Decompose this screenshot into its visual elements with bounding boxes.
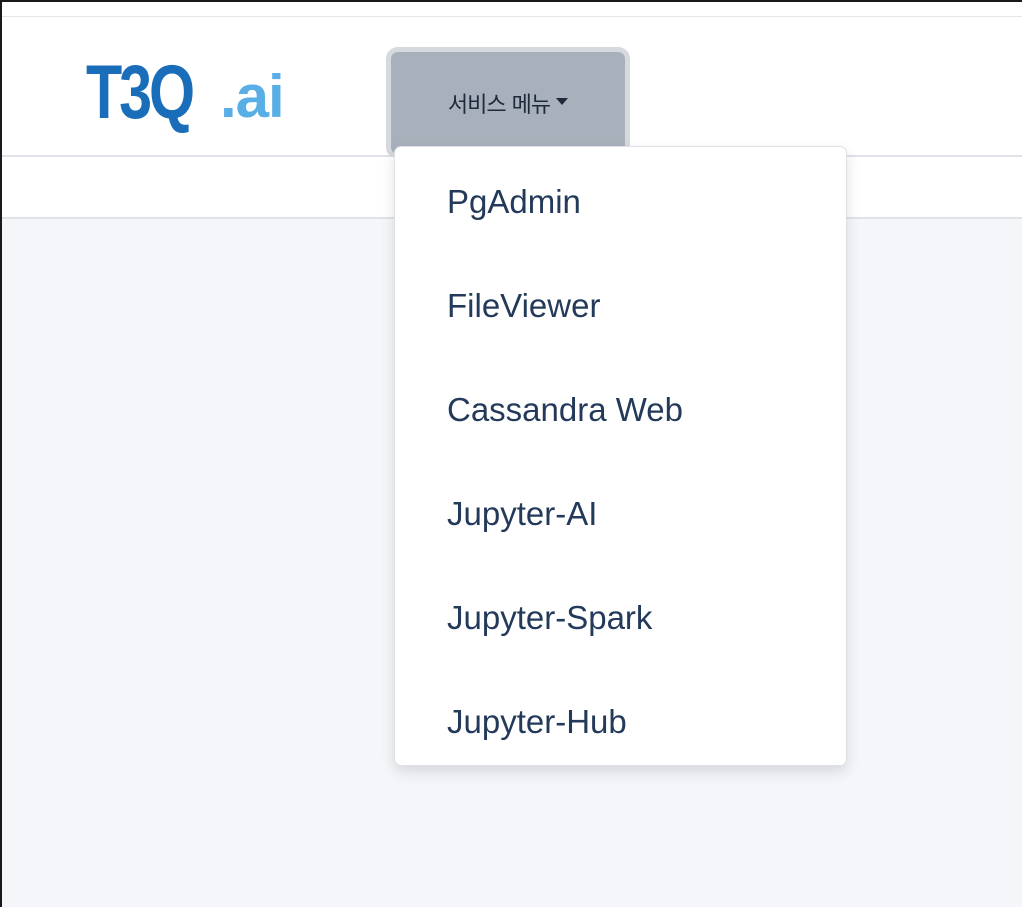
menu-item-fileviewer[interactable]: FileViewer [395, 254, 846, 358]
navbar: T3Q .ai 서비스 메뉴 [2, 17, 1022, 159]
logo[interactable]: T3Q .ai [86, 50, 285, 135]
app-window: T3Q .ai 서비스 메뉴 PgAdmin FileViewer Cassan… [0, 0, 1022, 907]
caret-down-icon [556, 97, 569, 105]
menu-item-cassandra-web[interactable]: Cassandra Web [395, 358, 846, 462]
menu-item-pgadmin[interactable]: PgAdmin [395, 150, 846, 254]
service-menu-button[interactable]: 서비스 메뉴 [386, 47, 630, 159]
menu-item-jupyter-spark[interactable]: Jupyter-Spark [395, 566, 846, 670]
logo-text: T3Q [86, 50, 195, 135]
logo-suffix: .ai [220, 63, 285, 130]
menu-item-jupyter-hub[interactable]: Jupyter-Hub [395, 670, 846, 774]
service-menu-dropdown: PgAdmin FileViewer Cassandra Web Jupyter… [394, 146, 847, 766]
service-menu-label: 서비스 메뉴 [447, 93, 551, 118]
top-strip [2, 2, 1022, 17]
menu-item-jupyter-ai[interactable]: Jupyter-AI [395, 462, 846, 566]
